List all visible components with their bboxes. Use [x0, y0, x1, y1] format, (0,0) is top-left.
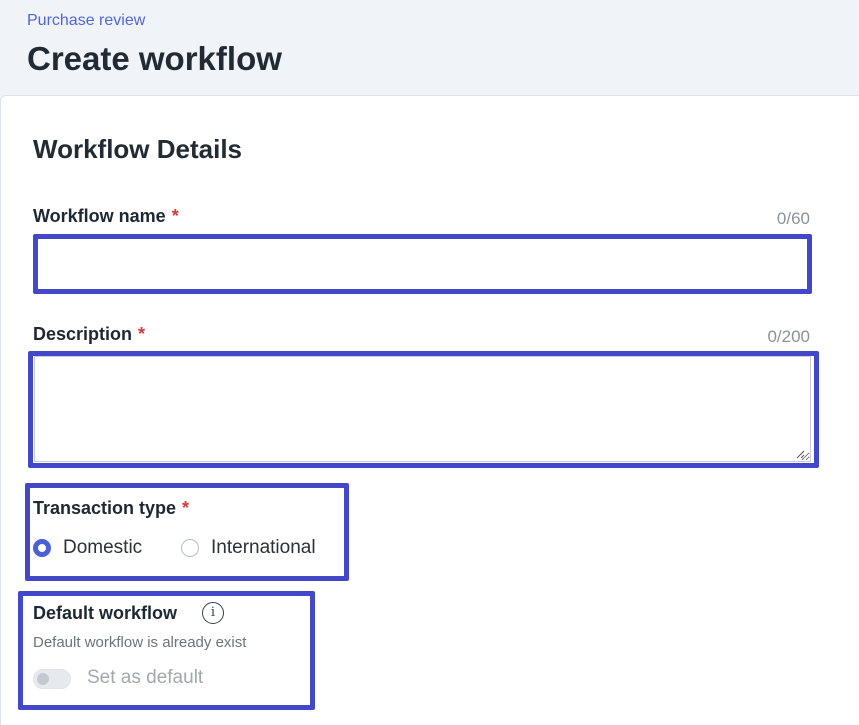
- toggle-knob: [37, 673, 49, 685]
- breadcrumb-purchase-review[interactable]: Purchase review: [27, 12, 145, 30]
- description-counter: 0/200: [767, 327, 810, 346]
- required-mark: *: [171, 206, 179, 226]
- workflow-name-counter: 0/60: [776, 209, 810, 228]
- transaction-type-label-text: Transaction type: [33, 498, 177, 518]
- description-label-text: Description: [33, 324, 133, 344]
- radio-domestic-label: Domestic: [63, 537, 143, 558]
- required-mark: *: [138, 324, 146, 344]
- workflow-name-label-text: Workflow name: [33, 206, 166, 226]
- set-default-toggle[interactable]: [33, 669, 71, 689]
- description-highlight: [28, 351, 819, 468]
- info-icon[interactable]: i: [202, 602, 224, 624]
- default-workflow-label: Default workflow: [33, 603, 178, 623]
- radio-international-label: International: [211, 537, 316, 558]
- required-mark: *: [182, 498, 190, 518]
- set-default-label: Set as default: [87, 667, 204, 688]
- section-title: Workflow Details: [33, 134, 243, 164]
- workflow-name-label: Workflow name *: [33, 206, 179, 227]
- default-workflow-helper: Default workflow is already exist: [33, 634, 247, 651]
- radio-domestic[interactable]: Domestic: [33, 537, 142, 559]
- radio-international[interactable]: International: [181, 537, 316, 559]
- radio-checked-icon[interactable]: [33, 539, 51, 557]
- page: Purchase review Create workflow Workflow…: [0, 0, 859, 725]
- transaction-type-label: Transaction type *: [33, 498, 189, 519]
- workflow-name-input[interactable]: [38, 239, 807, 289]
- page-title: Create workflow: [27, 40, 282, 77]
- description-label: Description *: [33, 324, 145, 345]
- radio-unchecked-icon[interactable]: [181, 539, 199, 557]
